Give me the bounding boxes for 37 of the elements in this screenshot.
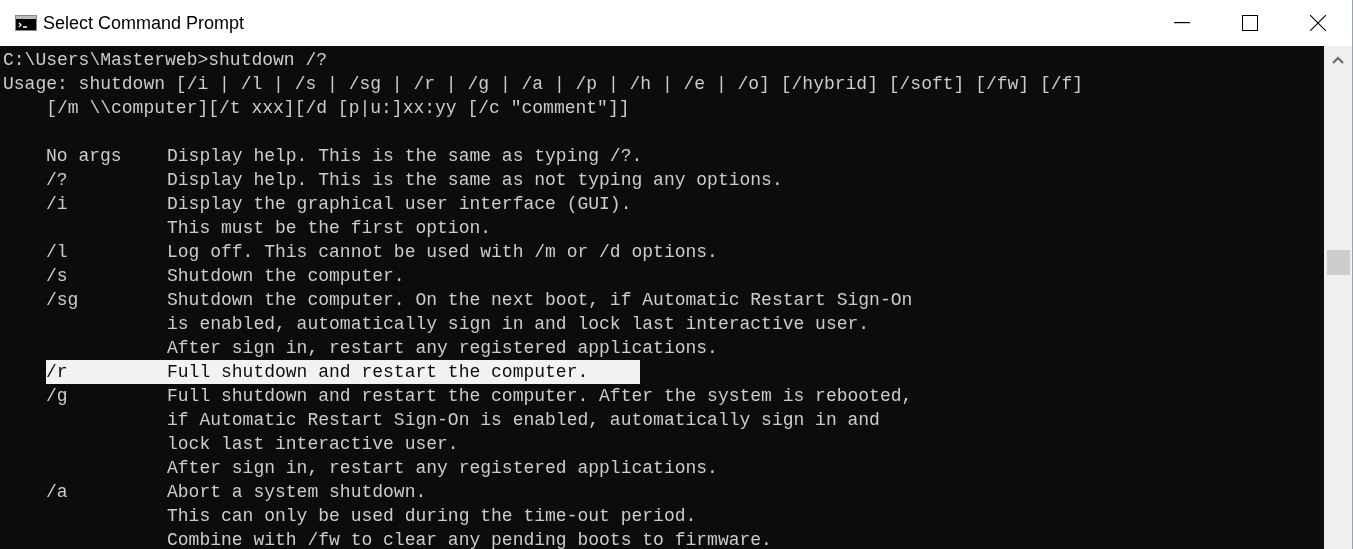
console-line: C:\Users\Masterweb>shutdown /? bbox=[3, 49, 328, 72]
option-description: Full shutdown and restart the computer. bbox=[167, 361, 589, 384]
scrollbar-thumb[interactable] bbox=[1326, 250, 1350, 275]
option-description: lock last interactive user. bbox=[167, 433, 459, 456]
console-app-icon bbox=[15, 15, 37, 31]
scroll-up-icon[interactable] bbox=[1332, 56, 1344, 64]
option-name: /sg bbox=[46, 289, 80, 312]
option-description: Shutdown the computer. bbox=[167, 265, 405, 288]
window-title: Select Command Prompt bbox=[43, 11, 245, 35]
option-description: Log off. This cannot be used with /m or /d options. bbox=[167, 241, 718, 264]
option-description: This must be the first option. bbox=[167, 217, 492, 240]
scrollbar[interactable] bbox=[1324, 46, 1352, 549]
option-name: /g bbox=[46, 385, 69, 408]
option-description: After sign in, restart any registered applications. bbox=[167, 457, 718, 480]
option-description: Abort a system shutdown. bbox=[167, 481, 427, 504]
option-description: After sign in, restart any registered applications. bbox=[167, 337, 718, 360]
maximize-icon bbox=[1242, 15, 1258, 31]
console-line: Usage: shutdown [/i | /l | /s | /sg | /r | /g | /a | /p | /h | /e | /o] [/hybrid] [/soft] [/fw] [/f] bbox=[3, 73, 1084, 96]
close-icon bbox=[1310, 15, 1326, 31]
option-description: if Automatic Restart Sign-On is enabled, automatically sign in and bbox=[167, 409, 880, 432]
option-description: Display help. This is the same as typing /?. bbox=[167, 145, 643, 168]
option-description: Display the graphical user interface (GUI). bbox=[167, 193, 632, 216]
option-description: is enabled, automatically sign in and lock last interactive user. bbox=[167, 313, 870, 336]
option-name: /i bbox=[46, 193, 69, 216]
option-description: This can only be used during the time-out period. bbox=[167, 505, 697, 528]
option-description: Display help. This is the same as not typing any options. bbox=[167, 169, 783, 192]
option-name: /l bbox=[46, 241, 69, 264]
option-name: /r bbox=[46, 361, 69, 384]
option-name: No args bbox=[46, 145, 123, 168]
option-description: Full shutdown and restart the computer. After the system is rebooted, bbox=[167, 385, 913, 408]
option-name: /a bbox=[46, 481, 69, 504]
minimize-icon bbox=[1174, 22, 1190, 24]
option-description: Shutdown the computer. On the next boot, if Automatic Restart Sign-On bbox=[167, 289, 913, 312]
option-description: Combine with /fw to clear any pending boots to firmware. bbox=[167, 529, 772, 549]
option-name: /? bbox=[46, 169, 69, 192]
option-name: /s bbox=[46, 265, 69, 288]
console-line: [/m \\computer][/t xxx][/d [p|u:]xx:yy [/c "comment"]] bbox=[45, 97, 630, 120]
